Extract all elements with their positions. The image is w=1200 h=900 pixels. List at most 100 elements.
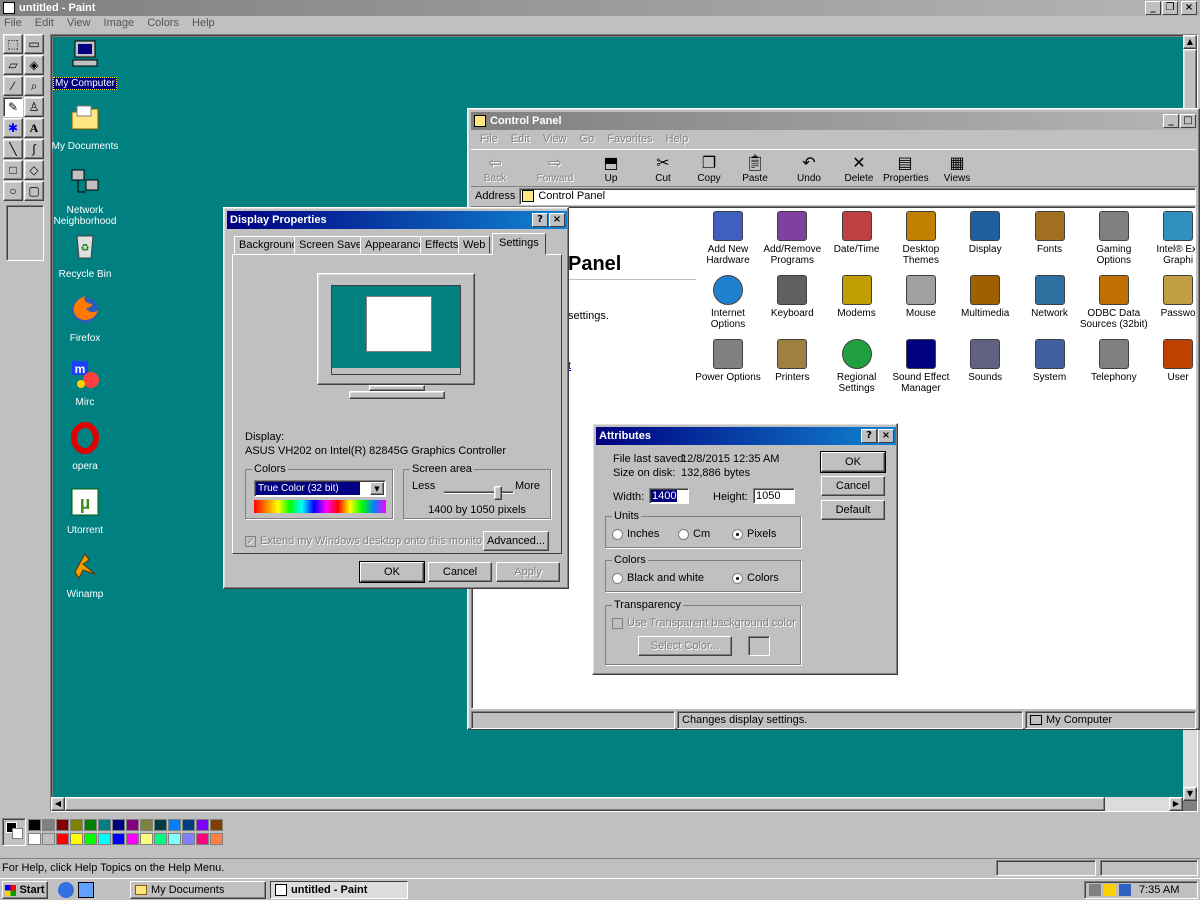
desktop-icon-winamp[interactable]: Winamp [47, 550, 123, 600]
palette-swatch[interactable] [210, 819, 223, 831]
colors-radio[interactable]: Colors [732, 572, 779, 584]
cp-item-desktop-themes[interactable]: Desktop Themes [887, 211, 955, 266]
display-properties-titlebar[interactable]: Display Properties ? × [227, 211, 567, 229]
cp-item-multimedia[interactable]: Multimedia [951, 275, 1019, 319]
attr-close-button[interactable]: × [878, 429, 894, 443]
cp-item-add-new-hardware[interactable]: Add New Hardware [694, 211, 762, 266]
pencil-tool-icon[interactable]: ✎ [3, 97, 23, 117]
desktop-icon-opera[interactable]: opera [47, 422, 123, 472]
resolution-slider[interactable] [444, 486, 514, 500]
units-pixels-radio[interactable]: Pixels [732, 528, 776, 540]
dp-help-button[interactable]: ? [532, 213, 548, 227]
cp-minimize-button[interactable]: _ [1163, 114, 1179, 128]
advanced-button[interactable]: Advanced... [483, 531, 549, 551]
colors-dropdown-arrow[interactable]: ▼ [370, 482, 384, 495]
cp-menu-favorites[interactable]: Favorites [607, 133, 652, 145]
cp-menu-help[interactable]: Help [666, 133, 689, 145]
cp-item-add-remove-programs[interactable]: Add/Remove Programs [758, 211, 826, 266]
attr-cancel-button[interactable]: Cancel [821, 476, 885, 496]
cp-item-keyboard[interactable]: Keyboard [758, 275, 826, 319]
cp-item-power-options[interactable]: Power Options [694, 339, 762, 383]
attributes-titlebar[interactable]: Attributes ? × [596, 427, 896, 445]
desktop-icon-network[interactable]: Network Neighborhood [47, 166, 123, 227]
current-colors[interactable] [2, 818, 26, 846]
extend-desktop-checkbox[interactable]: ✓ Extend my Windows desktop onto this mon… [245, 535, 488, 547]
palette-swatch[interactable] [140, 819, 153, 831]
line-tool-icon[interactable]: ╲ [3, 139, 23, 159]
palette-swatch[interactable] [56, 833, 69, 845]
units-cm-radio[interactable]: Cm [678, 528, 710, 540]
palette-swatch[interactable] [168, 833, 181, 845]
transparent-checkbox[interactable]: Use Transparent background color [612, 617, 796, 629]
task-paint[interactable]: untitled - Paint [270, 881, 408, 899]
cp-maximize-button[interactable]: □ [1180, 114, 1196, 128]
height-input[interactable]: 1050 [753, 488, 795, 504]
palette-swatch[interactable] [112, 819, 125, 831]
palette-swatch[interactable] [182, 819, 195, 831]
tab-web[interactable]: Web [458, 236, 491, 254]
minimize-button[interactable]: _ [1145, 1, 1161, 15]
palette-swatch[interactable] [84, 819, 97, 831]
palette-swatch[interactable] [196, 833, 209, 845]
dp-ok-button[interactable]: OK [359, 561, 425, 583]
palette-swatch[interactable] [28, 833, 41, 845]
tool-options-box[interactable] [6, 205, 44, 261]
cp-item-sounds[interactable]: Sounds [951, 339, 1019, 383]
black-white-radio[interactable]: Black and white [612, 572, 704, 584]
pick-color-tool-icon[interactable]: ⁄ [3, 76, 23, 96]
palette-swatch[interactable] [154, 819, 167, 831]
tray-volume-icon[interactable] [1104, 884, 1116, 896]
cp-menu-go[interactable]: Go [580, 133, 595, 145]
start-button[interactable]: Start [2, 881, 48, 899]
cp-item-mouse[interactable]: Mouse [887, 275, 955, 319]
palette-swatch[interactable] [98, 819, 111, 831]
menu-view[interactable]: View [67, 17, 91, 29]
properties-button[interactable]: ▤ Properties [883, 153, 929, 184]
palette-swatch[interactable] [168, 819, 181, 831]
cp-item-gaming-options[interactable]: Gaming Options [1080, 211, 1148, 266]
paste-button[interactable]: 📋︎ Paste [733, 153, 777, 184]
palette-swatch[interactable] [42, 833, 55, 845]
rect-select-tool-icon[interactable]: ▭ [24, 34, 44, 54]
undo-button[interactable]: ↶ Undo [787, 153, 831, 184]
units-inches-radio[interactable]: Inches [612, 528, 659, 540]
cp-item-printers[interactable]: Printers [758, 339, 826, 383]
desktop-icon-utorrent[interactable]: µ Utorrent [47, 486, 123, 536]
menu-colors[interactable]: Colors [147, 17, 179, 29]
palette-swatch[interactable] [28, 819, 41, 831]
back-button[interactable]: ⇦ Back [473, 153, 517, 184]
palette-swatch[interactable] [42, 819, 55, 831]
cp-item-regional-settings[interactable]: Regional Settings [823, 339, 891, 394]
width-input[interactable]: 1400 [649, 488, 689, 504]
palette-swatch[interactable] [98, 833, 111, 845]
polygon-tool-icon[interactable]: ◇ [24, 160, 44, 180]
cp-item-intel-graphics[interactable]: Intel® Ext Graphi [1144, 211, 1195, 266]
airbrush-tool-icon[interactable]: ✱ [3, 118, 23, 138]
desktop-icon-mirc[interactable]: m Mirc [47, 358, 123, 408]
cp-item-display[interactable]: Display [951, 211, 1019, 255]
tab-appearance[interactable]: Appearance [360, 236, 430, 254]
cp-item-users[interactable]: User [1144, 339, 1195, 383]
delete-button[interactable]: ✕ Delete [837, 153, 881, 184]
magnifier-tool-icon[interactable]: ⌕ [24, 76, 44, 96]
slider-thumb[interactable] [493, 486, 502, 500]
tab-settings[interactable]: Settings [492, 233, 546, 255]
menu-help[interactable]: Help [192, 17, 215, 29]
palette-swatch[interactable] [140, 833, 153, 845]
fill-tool-icon[interactable]: ◈ [24, 55, 44, 75]
ie-quick-launch-icon[interactable] [58, 882, 74, 898]
palette-swatch[interactable] [196, 819, 209, 831]
palette-swatch[interactable] [126, 819, 139, 831]
cp-item-modems[interactable]: Modems [823, 275, 891, 319]
tray-network-icon[interactable] [1089, 884, 1101, 896]
cp-item-fonts[interactable]: Fonts [1016, 211, 1084, 255]
brush-tool-icon[interactable]: ♙ [24, 97, 44, 117]
cut-button[interactable]: ✂ Cut [641, 153, 685, 184]
select-color-button[interactable]: Select Color... [638, 636, 732, 656]
ellipse-tool-icon[interactable]: ○ [3, 181, 23, 201]
menu-edit[interactable]: Edit [35, 17, 54, 29]
cp-item-internet-options[interactable]: Internet Options [694, 275, 762, 330]
attr-default-button[interactable]: Default [821, 500, 885, 520]
task-my-documents[interactable]: My Documents [130, 881, 266, 899]
colors-select[interactable]: True Color (32 bit) ▼ [254, 480, 386, 497]
